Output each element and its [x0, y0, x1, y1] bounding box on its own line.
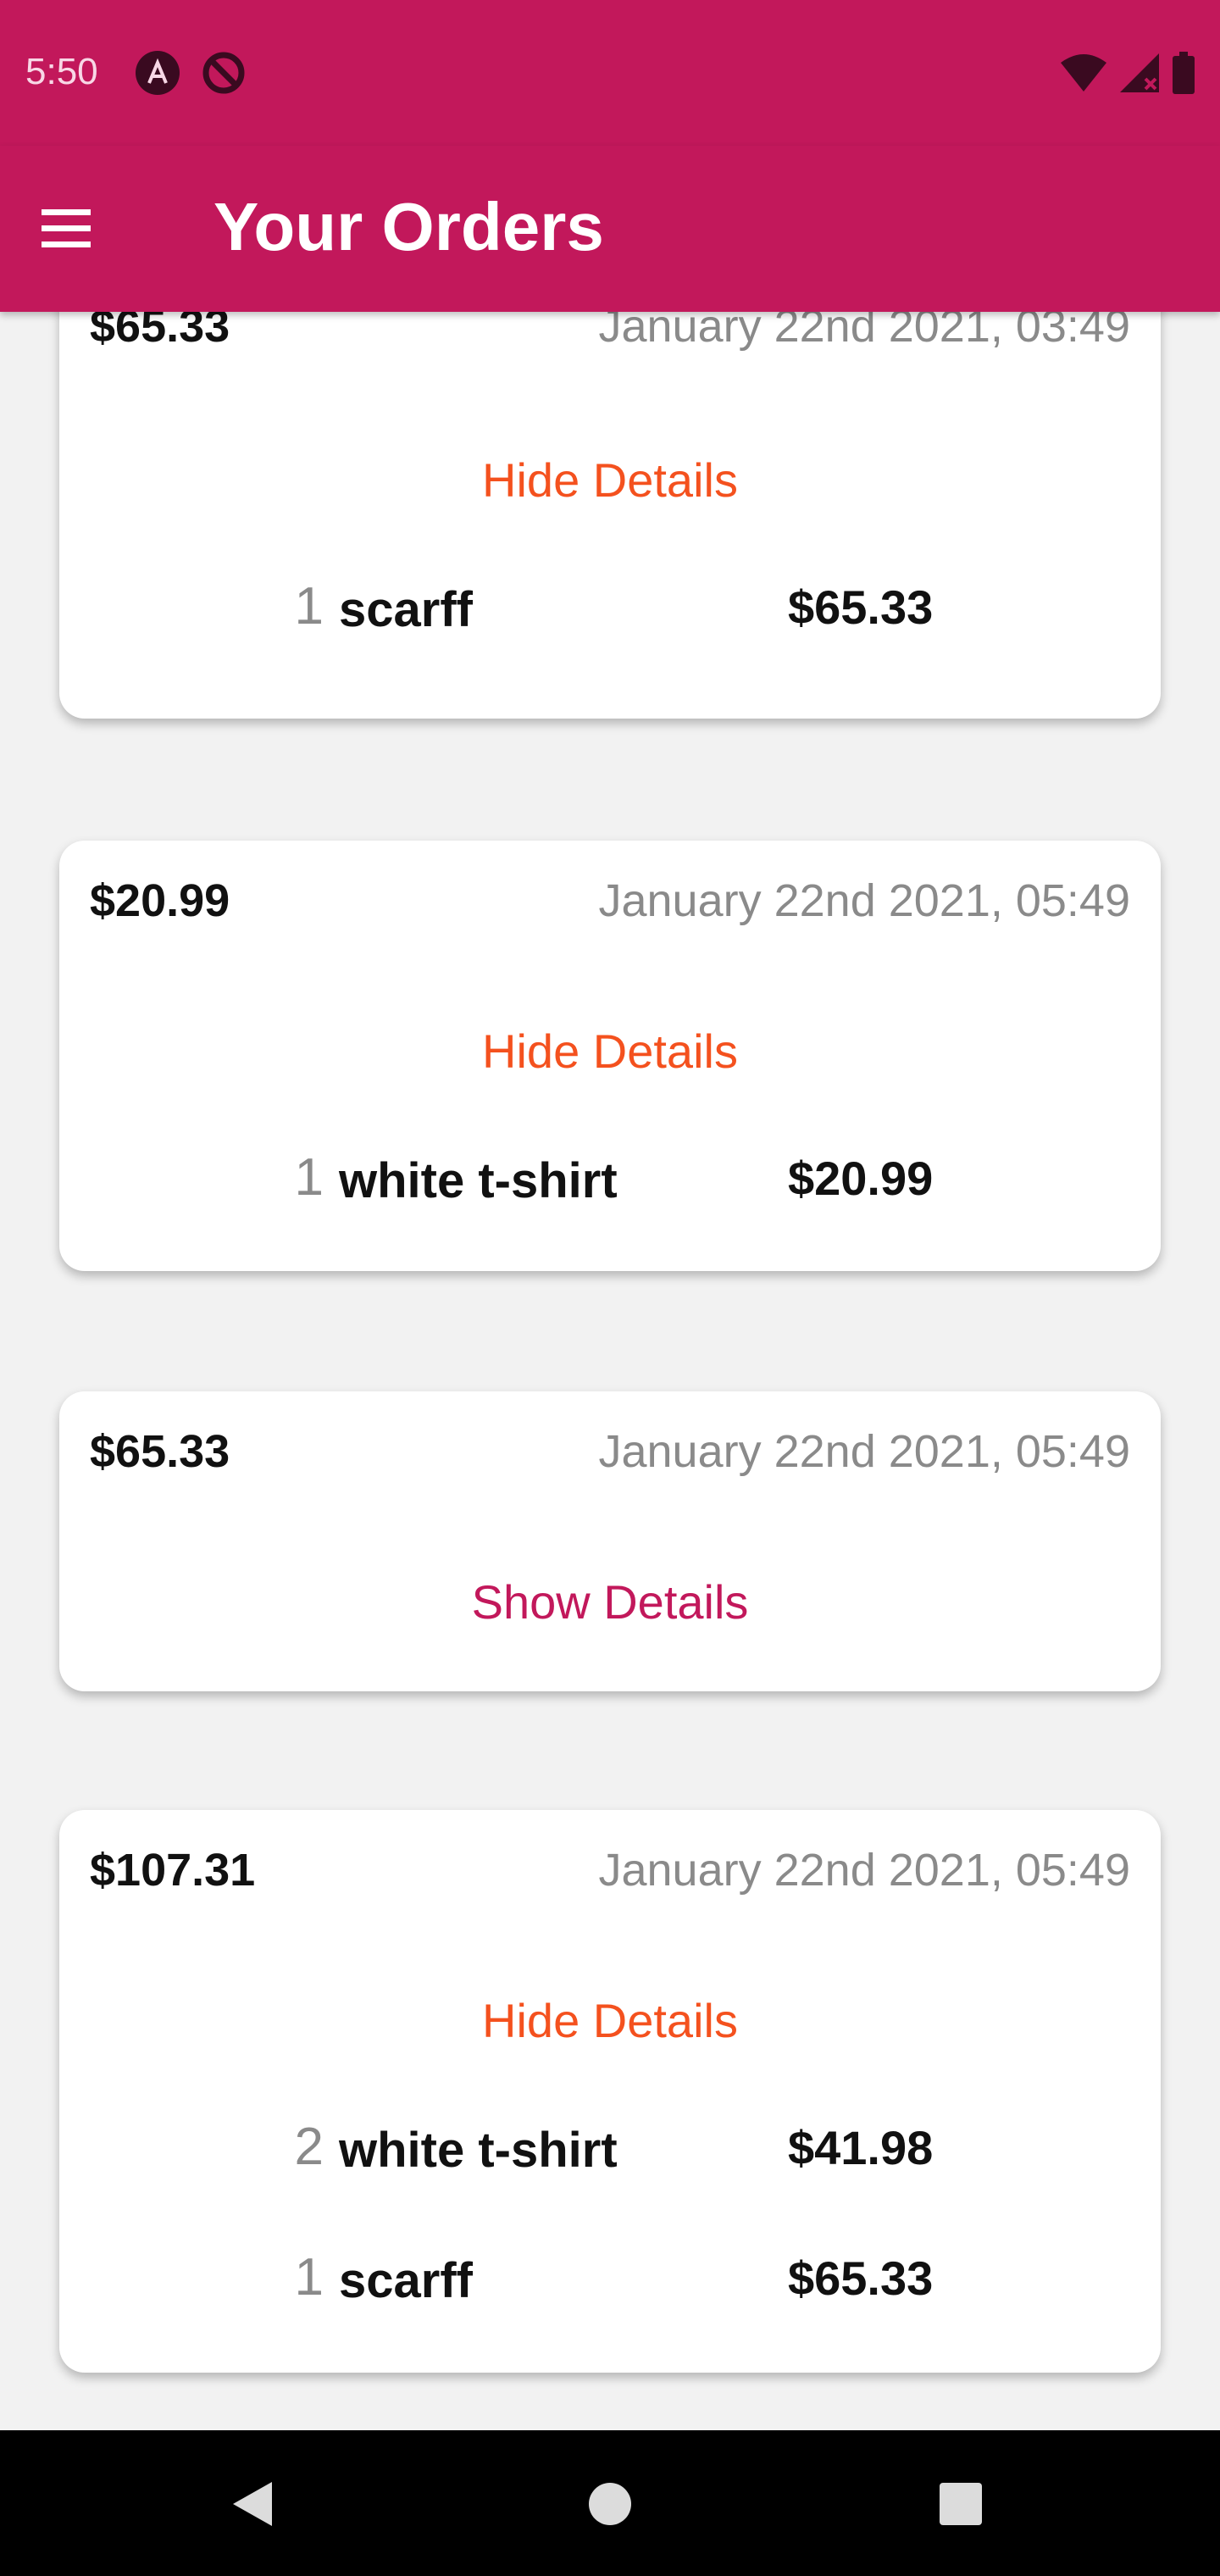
signal-icon: [1120, 53, 1159, 97]
order-card: $65.33 January 22nd 2021, 03:49 Hide Det…: [59, 312, 1161, 719]
page-title: Your Orders: [214, 189, 604, 264]
item-quantity: 1: [294, 1148, 324, 1207]
status-icons: [1061, 51, 1195, 98]
item-name: white t-shirt: [339, 1153, 618, 1208]
item-name: white t-shirt: [339, 2123, 618, 2178]
order-date: January 22nd 2021, 05:49: [598, 1845, 1130, 1896]
item-price: $41.98: [788, 2121, 934, 2174]
item-quantity: 1: [294, 2248, 324, 2307]
hide-details-button[interactable]: Hide Details: [59, 452, 1161, 508]
order-date: January 22nd 2021, 03:49: [598, 312, 1130, 352]
order-item: 1 white t-shirt $20.99: [59, 1147, 1161, 1215]
recents-icon[interactable]: [931, 2474, 990, 2534]
hamburger-menu-icon[interactable]: [34, 197, 98, 261]
order-card: $107.31 January 22nd 2021, 05:49 Hide De…: [59, 1810, 1161, 2373]
item-quantity: 2: [294, 2118, 324, 2176]
system-nav-bar: [0, 2430, 1220, 2576]
orders-list[interactable]: $65.33 January 22nd 2021, 03:49 Hide Det…: [0, 312, 1220, 2430]
item-price: $65.33: [788, 2251, 934, 2305]
order-amount: $65.33: [90, 1426, 230, 1477]
hide-details-button[interactable]: Hide Details: [59, 1993, 1161, 2048]
status-bar: 5:50: [0, 0, 1220, 146]
item-price: $65.33: [788, 580, 934, 634]
order-date: January 22nd 2021, 05:49: [598, 1426, 1130, 1477]
order-item: 1 scarff $65.33: [59, 576, 1161, 644]
item-name: scarff: [339, 582, 473, 637]
app-a-icon: [136, 51, 180, 95]
status-time: 5:50: [25, 51, 98, 92]
home-icon[interactable]: [580, 2474, 640, 2534]
order-amount: $20.99: [90, 875, 230, 926]
hide-details-button[interactable]: Hide Details: [59, 1024, 1161, 1079]
order-amount: $65.33: [90, 312, 230, 352]
show-details-button[interactable]: Show Details: [59, 1574, 1161, 1629]
item-price: $20.99: [788, 1152, 934, 1205]
order-card: $65.33 January 22nd 2021, 05:49 Show Det…: [59, 1391, 1161, 1691]
order-item: 1 scarff $65.33: [59, 2247, 1161, 2315]
order-amount: $107.31: [90, 1845, 256, 1896]
wifi-icon: [1061, 53, 1106, 96]
order-date: January 22nd 2021, 05:49: [598, 875, 1130, 926]
item-quantity: 1: [294, 577, 324, 636]
battery-icon: [1173, 51, 1195, 98]
app-bar: Your Orders: [0, 146, 1220, 312]
back-icon[interactable]: [222, 2474, 281, 2534]
order-item: 2 white t-shirt $41.98: [59, 2117, 1161, 2185]
no-sign-icon: [202, 51, 246, 95]
order-card: $20.99 January 22nd 2021, 05:49 Hide Det…: [59, 841, 1161, 1271]
item-name: scarff: [339, 2253, 473, 2308]
